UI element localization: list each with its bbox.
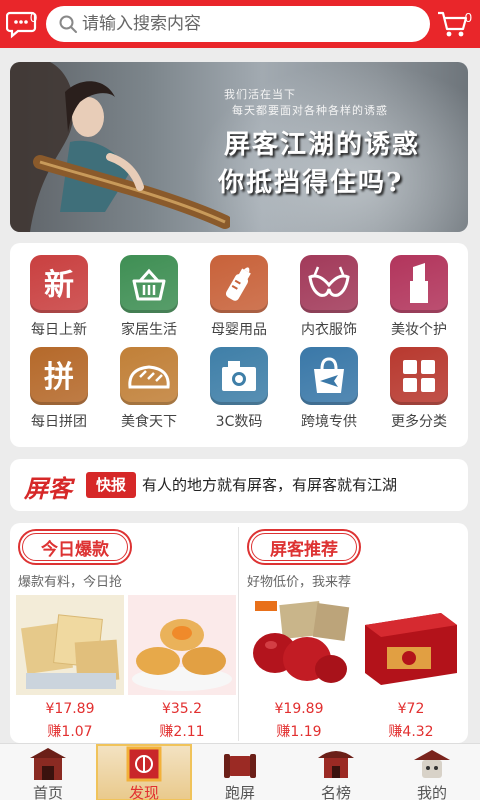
- product-commission: 赚1.07: [47, 724, 93, 740]
- news-headline[interactable]: 有人的地方就有屏客，有屏客就有江湖: [142, 474, 397, 495]
- promo-section: 今日爆款 爆款有料，今日抢 ¥17.89 赚1.07 ¥35.2 赚2.11 屏…: [10, 523, 468, 743]
- banner-warrior-illustration: [10, 62, 230, 232]
- product-price: ¥19.89: [274, 701, 324, 717]
- news-brand-logo: 屏客: [24, 474, 72, 503]
- hot-deals-title-ribbon: 今日爆款: [18, 529, 132, 565]
- nav-tab-label: 首页: [32, 784, 63, 800]
- category-item[interactable]: 跨境专供: [284, 337, 374, 430]
- bottom-nav: 首页 发现 跑屏 名榜 我的: [0, 743, 480, 800]
- nav-tab[interactable]: 名榜: [288, 744, 384, 800]
- product-image-biscuits: [16, 595, 124, 695]
- grid-icon: [390, 347, 448, 405]
- promo-banner[interactable]: 我们活在当下 每天都要面对各种各样的诱惑 屏客江湖的诱惑 你抵挡得住吗?: [10, 62, 468, 232]
- recommend-subtitle: 好物低价，我来荐: [247, 575, 352, 590]
- product-price: ¥72: [397, 701, 425, 717]
- category-label: 母婴用品: [211, 322, 267, 338]
- search-input[interactable]: [82, 11, 412, 37]
- product-card[interactable]: ¥19.89 赚1.19: [245, 595, 353, 743]
- svg-text:新: 新: [44, 268, 74, 303]
- category-label: 内衣服饰: [301, 322, 357, 338]
- category-grid: 新每日上新 家居生活 母婴用品 内衣服饰 美妆个护拼每日拼团 美食天下 3C数码 跨境专供 更多…: [10, 243, 468, 447]
- banner-headline-2: 你抵挡得住吗?: [218, 168, 404, 198]
- top-bar: 0 0: [0, 0, 480, 48]
- discover-seal-icon: [126, 746, 162, 782]
- product-card[interactable]: ¥17.89 赚1.07: [16, 595, 124, 743]
- search-icon: [59, 15, 77, 33]
- product-commission: 赚2.11: [159, 724, 205, 740]
- camera-icon: [210, 347, 268, 405]
- product-commission: 赚4.32: [388, 724, 434, 740]
- category-item[interactable]: 3C数码: [194, 337, 284, 430]
- search-bar[interactable]: [46, 6, 430, 42]
- home-gate-icon: [30, 748, 66, 780]
- product-card[interactable]: ¥72 赚4.32: [357, 595, 465, 743]
- product-price: ¥35.2: [161, 701, 203, 717]
- svg-text:拼: 拼: [44, 360, 74, 395]
- hot-deals-column[interactable]: 今日爆款 爆款有料，今日抢 ¥17.89 赚1.07 ¥35.2 赚2.11: [10, 523, 238, 743]
- category-item[interactable]: 更多分类: [374, 337, 464, 430]
- nav-tab-label: 跑屏: [224, 784, 255, 800]
- product-image-gift-box: [357, 595, 465, 695]
- product-price: ¥17.89: [45, 701, 95, 717]
- scroll-drum-icon: [224, 754, 256, 778]
- category-label: 跨境专供: [301, 414, 357, 430]
- hot-deals-title: 今日爆款: [41, 540, 109, 560]
- plane-bag-icon: [300, 347, 358, 405]
- banner-tagline-1: 我们活在当下: [224, 88, 296, 101]
- bread-icon: [120, 347, 178, 405]
- category-label: 家居生活: [121, 322, 177, 338]
- category-item[interactable]: 母婴用品: [194, 245, 284, 338]
- banner-tagline-2: 每天都要面对各种各样的诱惑: [232, 104, 388, 117]
- nav-tab[interactable]: 跑屏: [192, 744, 288, 800]
- group-glyph-icon: 拼: [30, 347, 88, 405]
- lipstick-icon: [390, 255, 448, 313]
- message-count-badge: 0: [30, 10, 38, 25]
- category-item[interactable]: 新每日上新: [14, 245, 104, 338]
- profile-hat-icon: [414, 750, 450, 778]
- nav-tab-label: 名榜: [320, 784, 351, 800]
- nav-tab[interactable]: 我的: [384, 744, 480, 800]
- category-label: 每日拼团: [31, 414, 87, 430]
- nav-tab[interactable]: 发现: [96, 744, 192, 800]
- category-label: 每日上新: [31, 322, 87, 338]
- recommend-title-ribbon: 屏客推荐: [247, 529, 361, 565]
- cart-count-badge: 0: [464, 10, 472, 25]
- pavilion-icon: [318, 751, 354, 778]
- category-item[interactable]: 美妆个护: [374, 245, 464, 338]
- bra-icon: [300, 255, 358, 313]
- recommend-title: 屏客推荐: [270, 540, 338, 560]
- category-item[interactable]: 美食天下: [104, 337, 194, 430]
- basket-icon: [120, 255, 178, 313]
- hot-deals-subtitle: 爆款有料，今日抢: [18, 575, 123, 590]
- category-label: 更多分类: [391, 414, 447, 430]
- category-item[interactable]: 拼每日拼团: [14, 337, 104, 430]
- nav-tab-label: 发现: [128, 784, 159, 800]
- product-image-pastries: [128, 595, 236, 695]
- news-tag: 快报: [86, 472, 136, 498]
- banner-headline-1: 屏客江湖的诱惑: [224, 130, 421, 160]
- category-label: 3C数码: [215, 414, 263, 430]
- nav-tab[interactable]: 首页: [0, 744, 96, 800]
- nav-tab-label: 我的: [416, 784, 447, 800]
- category-label: 美妆个护: [391, 322, 447, 338]
- news-ticker[interactable]: 屏客 快报 有人的地方就有屏客，有屏客就有江湖: [10, 459, 468, 511]
- recommend-column[interactable]: 屏客推荐 好物低价，我来荐 ¥19.89 赚1.19 ¥72 赚4.32: [239, 523, 467, 743]
- baby-bottle-icon: [210, 255, 268, 313]
- product-commission: 赚1.19: [276, 724, 322, 740]
- product-image-red-dates: [245, 595, 353, 695]
- category-label: 美食天下: [121, 414, 177, 430]
- category-item[interactable]: 内衣服饰: [284, 245, 374, 338]
- category-item[interactable]: 家居生活: [104, 245, 194, 338]
- new-glyph-icon: 新: [30, 255, 88, 313]
- product-card[interactable]: ¥35.2 赚2.11: [128, 595, 236, 743]
